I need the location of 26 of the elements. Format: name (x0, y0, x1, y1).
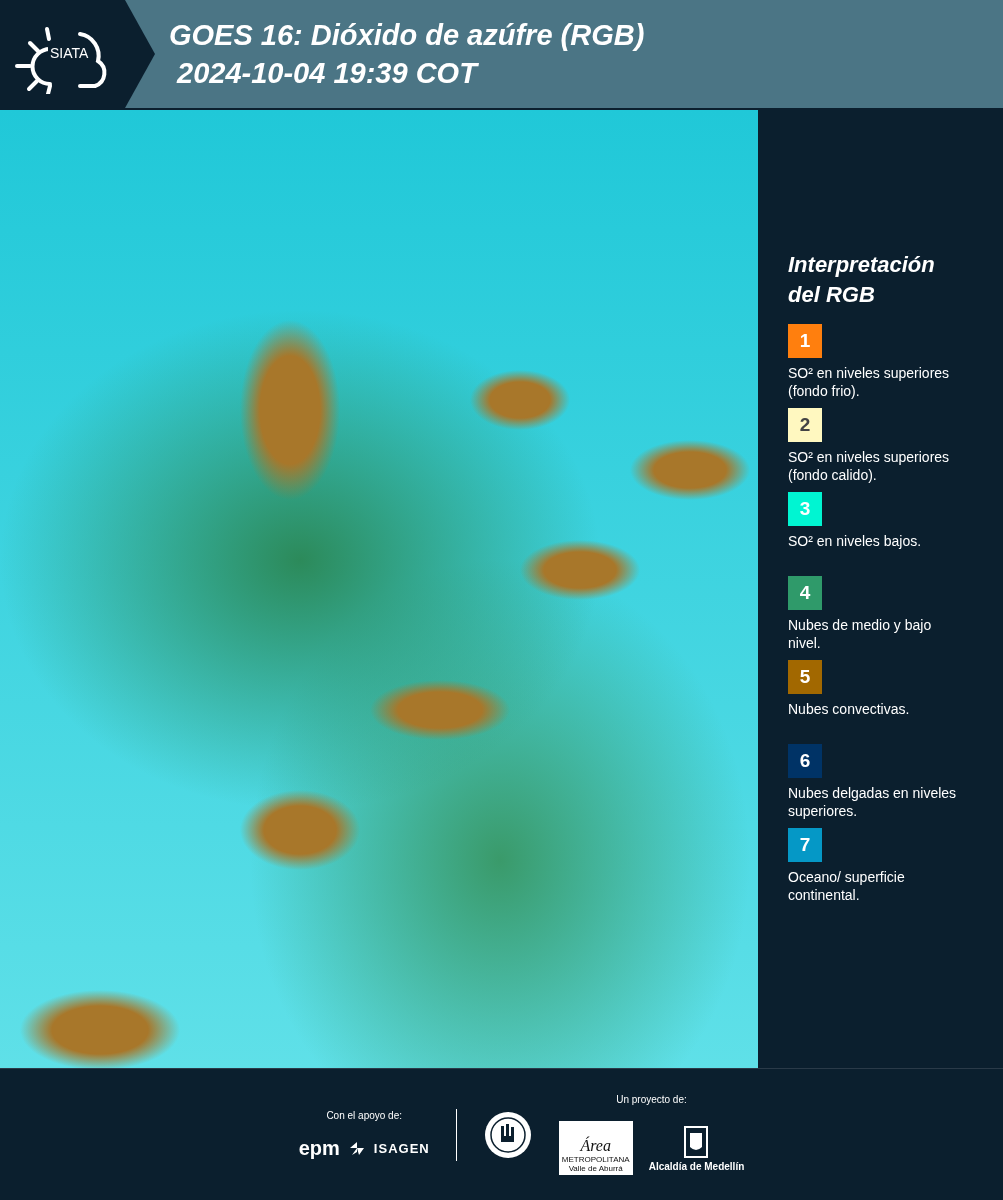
sponsor-logo-text: Alcaldía de Medellín (648, 1160, 745, 1172)
color-swatch: 7 (788, 828, 822, 862)
legend-label: Nubes convectivas. (788, 700, 911, 719)
legend-label: Nubes de medio y bajo nivel. (788, 616, 933, 652)
project-label: Un proyecto de: (616, 1094, 687, 1105)
color-swatch: 2 (788, 408, 822, 442)
color-swatch: 6 (788, 744, 822, 778)
color-swatch: 5 (788, 660, 822, 694)
legend-label: Nubes delgadas en niveles superiores. (788, 784, 958, 820)
coat-of-arms-icon (683, 1124, 710, 1159)
timestamp: 2024-10-04 19:39 COT (175, 56, 480, 91)
legend-title: Interpretación del RGB (788, 251, 936, 309)
seal-icon (482, 1109, 533, 1160)
logo-text: SIATA (48, 45, 91, 61)
legend-label: Oceano/ superficie continental. (788, 868, 906, 904)
support-label: Con el apoyo de: (326, 1109, 402, 1121)
sponsor-logo-text: ISAGEN (373, 1140, 430, 1156)
legend-label: SO² en niveles bajos. (788, 532, 923, 551)
legend-label: SO² en niveles superiores (fondo frio). (788, 364, 951, 400)
sponsor-logo-text: epm (298, 1136, 340, 1160)
legend-label: SO² en niveles superiores (fondo calido). (788, 448, 951, 484)
area-logo: Área METROPOLITANA Valle de Aburrá (558, 1121, 633, 1175)
color-swatch: 3 (788, 492, 822, 526)
color-swatch: 4 (788, 576, 822, 610)
page-title: GOES 16: Dióxido de azúfre (RGB) (169, 18, 645, 53)
color-swatch: 1 (788, 324, 822, 358)
